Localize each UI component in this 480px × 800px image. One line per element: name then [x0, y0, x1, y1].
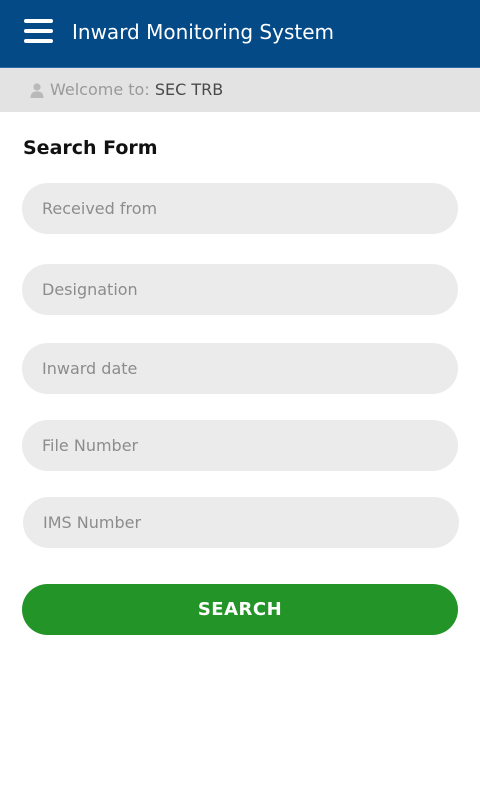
app-title: Inward Monitoring System: [72, 20, 335, 44]
welcome-text: Welcome to: SEC TRB: [50, 79, 223, 101]
app-header: Inward Monitoring System: [0, 0, 480, 68]
search-button[interactable]: SEARCH: [22, 584, 458, 635]
welcome-username: SEC TRB: [154, 80, 224, 99]
received-from-input[interactable]: [22, 183, 458, 234]
hamburger-menu-icon[interactable]: [24, 19, 53, 45]
file-number-input[interactable]: [22, 420, 458, 471]
search-form-heading: Search Form: [23, 137, 158, 159]
ims-number-input[interactable]: [23, 497, 459, 548]
inward-date-input[interactable]: [22, 343, 458, 394]
welcome-label: Welcome to:: [50, 80, 150, 99]
user-icon: [30, 83, 44, 98]
designation-input[interactable]: [22, 264, 458, 315]
welcome-bar: Welcome to: SEC TRB: [0, 68, 480, 112]
